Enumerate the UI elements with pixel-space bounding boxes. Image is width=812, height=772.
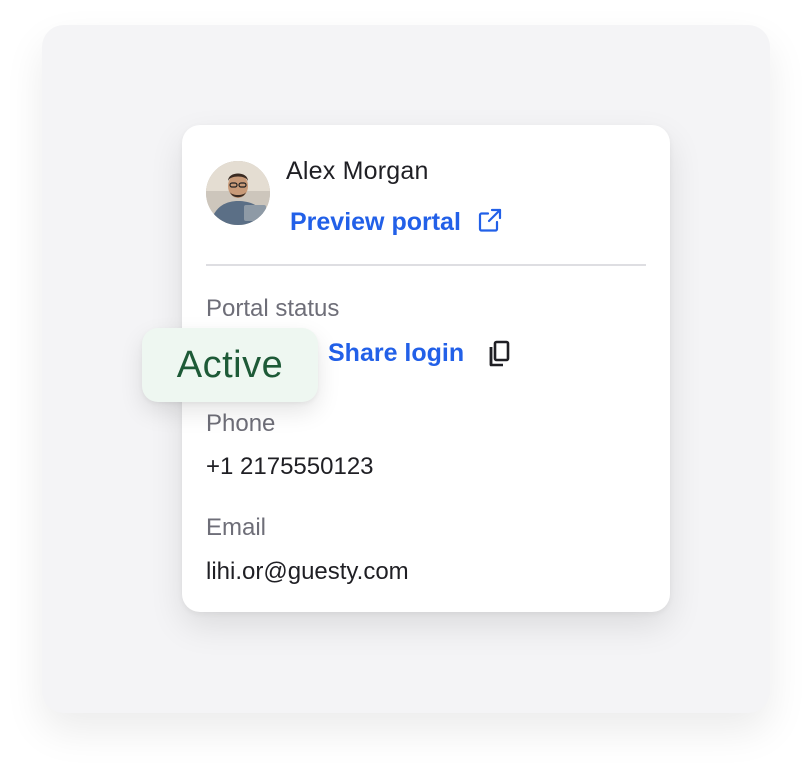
share-login-link[interactable]: Share login: [328, 339, 464, 368]
divider: [206, 264, 646, 266]
phone-label: Phone: [206, 410, 276, 437]
email-label: Email: [206, 514, 267, 541]
copy-icon[interactable]: [486, 340, 512, 368]
preview-portal-label: Preview portal: [290, 208, 461, 236]
preview-portal-link[interactable]: Preview portal: [290, 207, 503, 238]
avatar: [206, 161, 270, 225]
share-login-row: Share login: [328, 339, 512, 368]
portal-status-label: Portal status: [206, 295, 340, 322]
status-badge: Active: [142, 328, 318, 402]
phone-value: +1 2175550123: [206, 453, 374, 480]
status-badge-text: Active: [176, 343, 284, 386]
external-link-icon: [477, 207, 503, 238]
contact-name: Alex Morgan: [286, 157, 429, 185]
email-value: lihi.or@guesty.com: [206, 558, 409, 585]
